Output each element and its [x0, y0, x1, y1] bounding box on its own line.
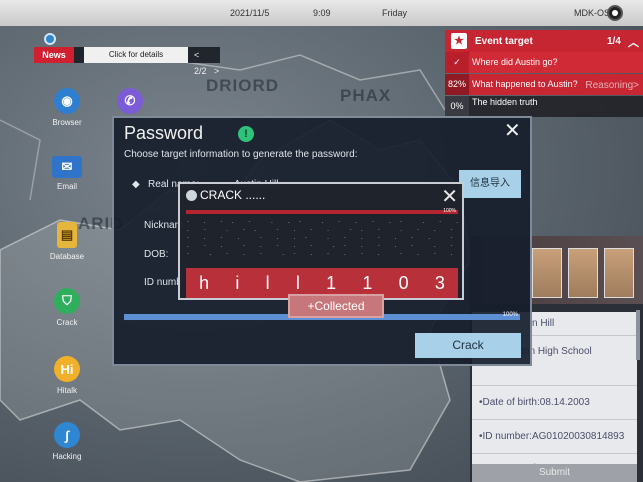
scrambled-characters: - . - . - . . - . - . - . - . - . . - . …: [186, 218, 458, 257]
desktop-icon-crack[interactable]: ⛉ Crack: [40, 288, 94, 327]
map-label-driord: DRIORD: [206, 76, 280, 95]
password-char: 1: [362, 272, 373, 293]
event-item-text: What happened to Austin?: [472, 79, 578, 89]
crack-shield-icon: ⛉: [54, 288, 80, 314]
os-logo-icon[interactable]: [607, 5, 623, 21]
profile-photo[interactable]: [604, 248, 634, 298]
event-item-text: Where did Austin go?: [472, 57, 558, 67]
collapse-chevron-icon[interactable]: ︿: [628, 34, 639, 50]
password-char: l: [265, 272, 270, 293]
event-item-percent: 0%: [445, 96, 469, 117]
news-ticker[interactable]: News Click for details < 2/2 >: [34, 47, 220, 76]
hitalk-icon: Hi: [54, 356, 80, 382]
event-target-header[interactable]: ★ Event target 1/4 ︿: [445, 30, 643, 52]
desktop-icon-label: Crack: [56, 318, 78, 327]
password-dialog-title: Password: [124, 123, 204, 143]
crack-button[interactable]: Crack: [415, 333, 521, 358]
desktop-icon-email[interactable]: ✉ Email: [40, 156, 94, 191]
globe-icon: [186, 190, 197, 201]
event-item-2[interactable]: 82% What happened to Austin? Reasoning>: [445, 74, 643, 95]
password-char: l: [295, 272, 300, 293]
desktop-icon-label: Hitalk: [56, 386, 77, 395]
phone-icon: ✆: [117, 88, 143, 114]
os-name-text: MDK-OS: [574, 8, 610, 18]
date-text: 2021/11/5: [230, 8, 270, 18]
day-text: Friday: [382, 8, 408, 18]
desktop-icon-label: Database: [49, 252, 85, 261]
password-char: h: [199, 272, 210, 293]
reasoning-link[interactable]: Reasoning>: [585, 80, 639, 91]
crack-popup-title: CRACK ......: [200, 188, 266, 202]
event-item-3[interactable]: 0% The hidden truth: [445, 96, 643, 117]
event-item-1[interactable]: ✓ Where did Austin go?: [445, 52, 643, 73]
import-info-button[interactable]: 信息导入: [459, 170, 521, 198]
password-char: 3: [434, 272, 445, 293]
top-status-bar: 2021/11/5 9:09 Friday MDK-OS: [0, 0, 643, 26]
hacking-hook-icon: ∫: [54, 422, 80, 448]
close-icon[interactable]: ✕: [504, 121, 524, 142]
id-number-field[interactable]: ID numb: [144, 277, 182, 288]
desktop-icon-database[interactable]: ▤ Database: [40, 222, 94, 261]
map-label-phax: PHAX: [340, 86, 392, 105]
profile-photo[interactable]: [568, 248, 598, 298]
dob-field[interactable]: DOB:: [144, 249, 168, 260]
desktop-icon-hitalk[interactable]: Hi Hitalk: [40, 356, 94, 395]
password-dialog-subtitle: Choose target information to generate th…: [124, 149, 358, 160]
email-icon: ✉: [52, 156, 82, 178]
collected-toast: +Collected: [288, 294, 384, 318]
crack-progress-bar: 100%: [186, 208, 458, 214]
desktop-icon-label: Email: [56, 182, 77, 191]
crack-progress-label: 100%: [443, 208, 456, 214]
news-indicator-icon: [44, 33, 56, 45]
profile-scrollbar[interactable]: [636, 310, 640, 360]
browser-globe-icon: ◉: [54, 88, 80, 114]
news-tag: News: [34, 47, 74, 63]
desktop-icon-hacking[interactable]: ∫ Hacking: [40, 422, 94, 461]
news-prev-button[interactable]: <: [194, 50, 199, 60]
desktop-icon-label: Browser: [52, 118, 82, 127]
password-char: i: [235, 272, 240, 293]
progress-label: 100%: [502, 312, 518, 318]
close-icon[interactable]: ✕: [441, 184, 458, 209]
time-text: 9:09: [313, 8, 331, 18]
password-char: 1: [326, 272, 337, 293]
event-item-percent: 82%: [445, 74, 469, 95]
star-icon: ★: [451, 33, 467, 49]
profile-photo[interactable]: [532, 248, 562, 298]
event-target-panel: ★ Event target 1/4 ︿ ✓ Where did Austin …: [445, 30, 643, 120]
profile-info-dob: •Date of birth:08.14.2003: [472, 386, 637, 420]
news-details-link[interactable]: Click for details: [84, 47, 188, 63]
desktop-icon-phone[interactable]: ✆: [110, 88, 150, 114]
event-item-text: The hidden truth: [472, 97, 538, 107]
info-icon[interactable]: !: [238, 126, 254, 142]
database-icon: ▤: [57, 222, 77, 248]
submit-button[interactable]: Submit: [472, 464, 637, 482]
profile-info-id: •ID number:AG01020030814893: [472, 420, 637, 454]
check-icon: ✓: [445, 52, 469, 73]
password-char: 0: [398, 272, 409, 293]
desktop-icon-label: Hacking: [52, 452, 82, 461]
event-target-count: 1/4: [607, 36, 621, 47]
news-page-indicator: 2/2: [194, 66, 207, 76]
event-target-title: Event target: [475, 36, 533, 47]
news-next-button[interactable]: >: [214, 66, 219, 76]
desktop-icon-browser[interactable]: ◉ Browser: [40, 88, 94, 127]
news-pager: < 2/2 >: [194, 47, 220, 79]
crack-popup: CRACK ...... ✕ 100% - . - . - . . - . - …: [178, 182, 464, 300]
